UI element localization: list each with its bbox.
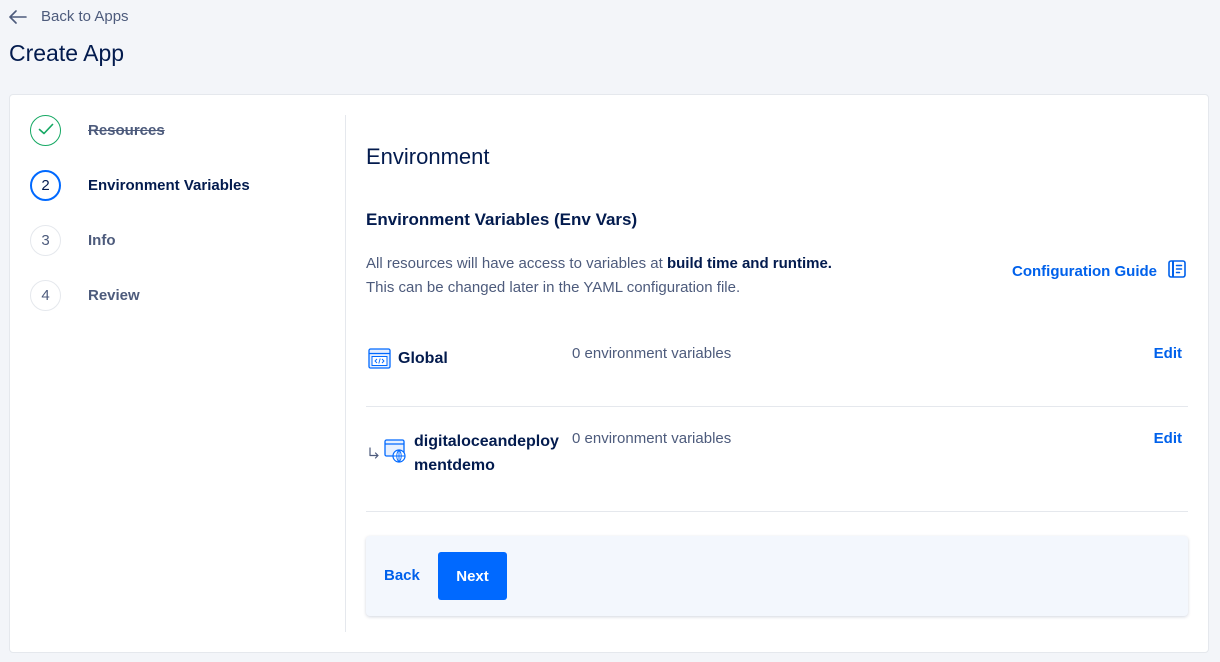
- code-window-icon: [368, 348, 391, 374]
- configuration-guide-link[interactable]: Configuration Guide: [1012, 260, 1186, 282]
- sub-arrow-icon: [368, 447, 380, 465]
- create-app-card: Resources 2 Environment Variables 3 Info…: [9, 94, 1209, 653]
- step-review[interactable]: 4 Review: [30, 280, 140, 311]
- edit-component-button[interactable]: Edit: [1154, 430, 1182, 447]
- step-label-resources: Resources: [88, 122, 165, 139]
- page-title: Create App: [9, 40, 125, 66]
- env-vars-subtitle: Environment Variables (Env Vars): [366, 210, 638, 229]
- back-to-apps-label: Back to Apps: [41, 8, 129, 25]
- row-count-global: 0 environment variables: [572, 345, 732, 362]
- step-label-review: Review: [88, 287, 140, 304]
- row-count-component: 0 environment variables: [572, 430, 732, 447]
- step-label-info: Info: [88, 232, 116, 249]
- web-service-icon: [384, 439, 407, 468]
- step-info[interactable]: 3 Info: [30, 225, 116, 256]
- desc-line-2: This can be changed later in the YAML co…: [366, 279, 741, 296]
- back-to-apps-link[interactable]: Back to Apps: [9, 8, 129, 25]
- arrow-left-icon: [9, 9, 27, 24]
- stepper-divider: [345, 115, 346, 632]
- env-row-component: digitaloceandeploy mentdemo 0 environmen…: [366, 407, 1188, 512]
- row-name-global: Global: [368, 348, 448, 374]
- next-button[interactable]: Next: [438, 552, 507, 600]
- desc-text: All resources will have access to variab…: [366, 255, 667, 272]
- component-name-line-1: digitaloceandeploy: [414, 433, 559, 450]
- edit-global-button[interactable]: Edit: [1154, 345, 1182, 362]
- environment-panel: Environment Environment Variables (Env V…: [366, 95, 1188, 652]
- section-title: Environment: [366, 144, 490, 169]
- form-footer: Back Next: [366, 536, 1188, 616]
- document-guide-icon: [1168, 260, 1186, 282]
- row-name-component: digitaloceandeploy mentdemo: [368, 432, 559, 478]
- step-check-circle: [30, 115, 61, 146]
- step-number-circle: 4: [30, 280, 61, 311]
- configuration-guide-label: Configuration Guide: [1012, 262, 1157, 280]
- step-resources[interactable]: Resources: [30, 115, 165, 146]
- desc-bold-text: build time and runtime.: [666, 255, 832, 272]
- component-name: digitaloceandeploy mentdemo: [414, 430, 559, 478]
- back-button[interactable]: Back: [384, 567, 420, 584]
- step-number-circle: 2: [30, 170, 61, 201]
- check-icon: [38, 122, 54, 139]
- env-row-global: Global 0 environment variables Edit: [366, 331, 1188, 407]
- stepper: Resources 2 Environment Variables 3 Info…: [10, 95, 346, 652]
- component-name-line-2: mentdemo: [414, 457, 495, 474]
- step-label-environment-variables: Environment Variables: [88, 177, 250, 194]
- step-environment-variables[interactable]: 2 Environment Variables: [30, 170, 250, 201]
- step-number-circle: 3: [30, 225, 61, 256]
- env-vars-description: All resources will have access to variab…: [366, 252, 832, 300]
- global-label: Global: [398, 350, 448, 367]
